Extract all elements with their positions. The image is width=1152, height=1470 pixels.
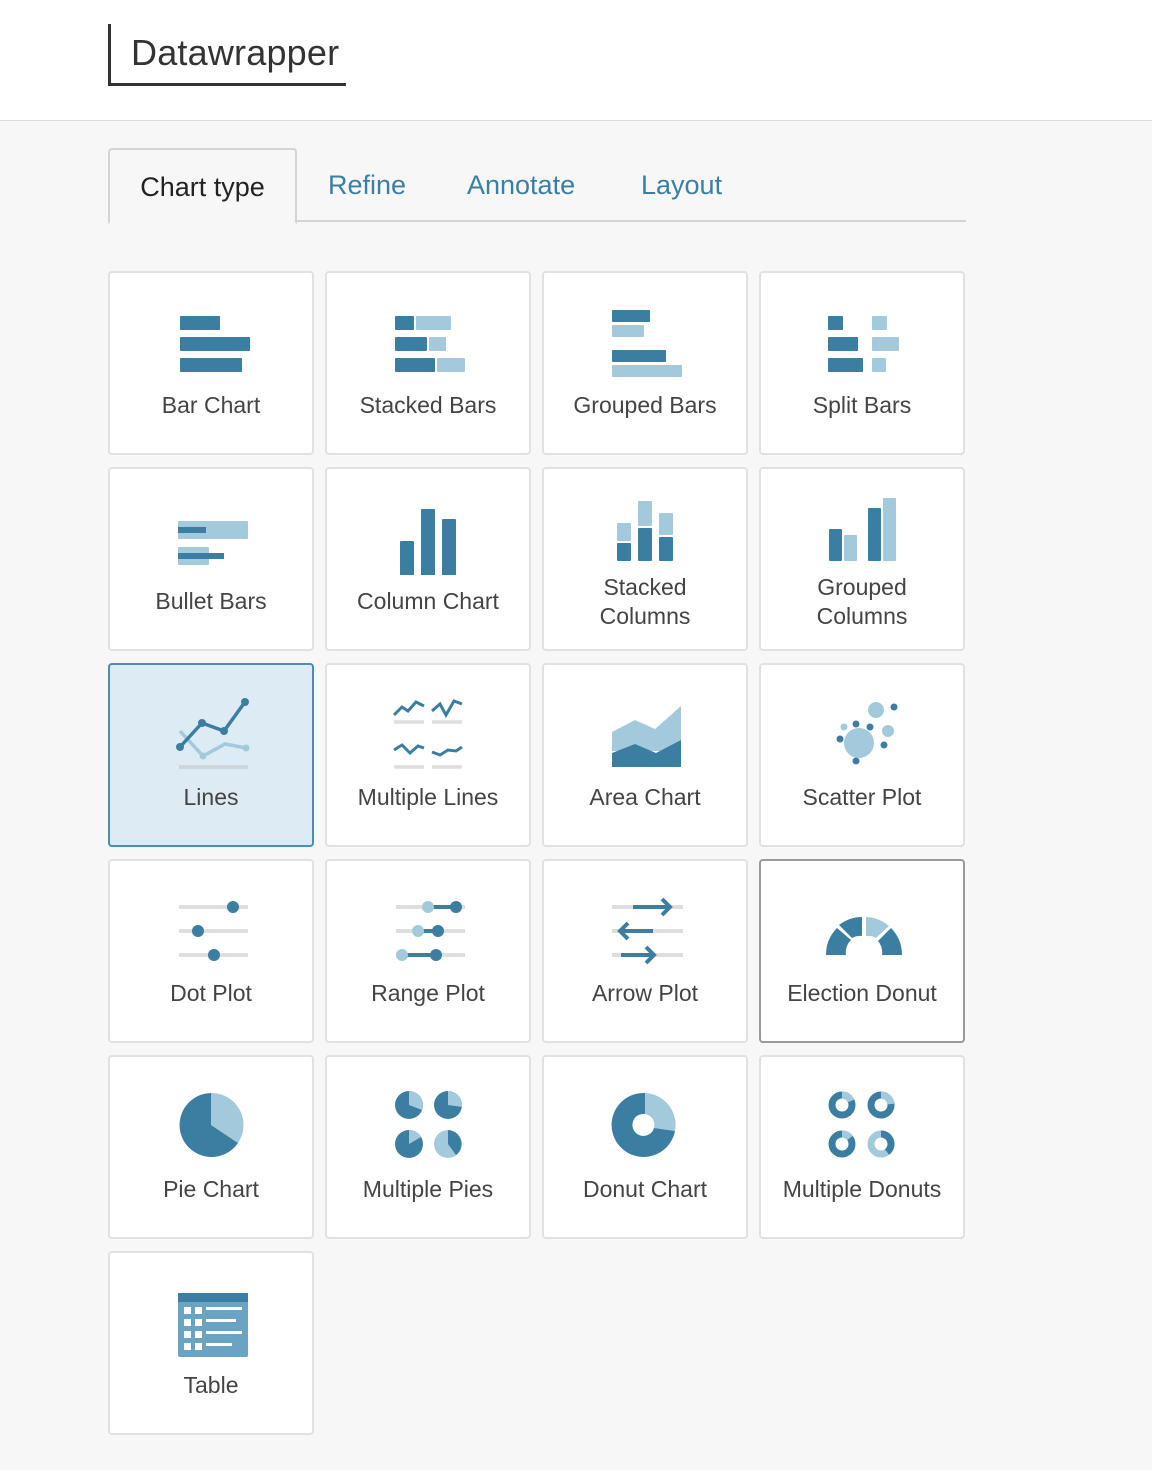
chart-type-label: Column Chart bbox=[357, 588, 499, 614]
chart-type-label: Dot Plot bbox=[170, 980, 252, 1006]
chart-type-range-plot[interactable]: Range Plot bbox=[325, 859, 531, 1043]
chart-type-label: Grouped Bars bbox=[573, 392, 717, 418]
lines-icon bbox=[176, 698, 250, 769]
tab-layout[interactable]: Layout bbox=[641, 148, 722, 222]
chart-type-stacked-columns[interactable]: Stacked Columns bbox=[542, 467, 748, 651]
chart-type-label: Range Plot bbox=[371, 980, 485, 1006]
split-bars-icon bbox=[828, 316, 899, 372]
tab-refine[interactable]: Refine bbox=[328, 148, 406, 222]
logo-text: Datawrapper bbox=[131, 32, 340, 73]
chart-type-label: Multiple Pies bbox=[362, 1176, 494, 1202]
area-chart-icon bbox=[612, 706, 681, 767]
stacked-columns-icon bbox=[617, 501, 673, 561]
election-donut-icon bbox=[825, 917, 903, 955]
chart-type-multiple-pies[interactable]: Multiple Pies bbox=[325, 1055, 531, 1239]
donut-chart-icon bbox=[611, 1092, 676, 1157]
chart-type-label: Donut Chart bbox=[582, 1176, 707, 1202]
multiple-donuts-icon bbox=[828, 1091, 895, 1158]
datawrapper-logo[interactable]: Datawrapper bbox=[108, 24, 346, 86]
multiple-lines-icon bbox=[392, 699, 463, 769]
table-icon bbox=[178, 1293, 248, 1357]
tab-bar: Chart type Refine Annotate Layout bbox=[108, 148, 966, 224]
chart-type-election-donut[interactable]: Election Donut bbox=[759, 859, 965, 1043]
tab-chart-type[interactable]: Chart type bbox=[108, 148, 297, 224]
chart-type-area-chart[interactable]: Area Chart bbox=[542, 663, 748, 847]
scatter-plot-icon bbox=[836, 702, 898, 765]
arrow-plot-icon bbox=[612, 897, 683, 965]
chart-type-scatter-plot[interactable]: Scatter Plot bbox=[759, 663, 965, 847]
dot-plot-icon bbox=[179, 901, 248, 961]
chart-type-grouped-columns[interactable]: Grouped Columns bbox=[759, 467, 965, 651]
chart-type-label: Grouped Columns bbox=[816, 574, 908, 629]
chart-type-donut-chart[interactable]: Donut Chart bbox=[542, 1055, 748, 1239]
chart-type-label: Bar Chart bbox=[161, 392, 261, 418]
chart-type-label: Bullet Bars bbox=[155, 588, 267, 614]
chart-type-stacked-bars[interactable]: Stacked Bars bbox=[325, 271, 531, 455]
chart-type-label: Arrow Plot bbox=[591, 980, 699, 1006]
top-bar: Datawrapper bbox=[0, 0, 1152, 121]
chart-type-dot-plot[interactable]: Dot Plot bbox=[108, 859, 314, 1043]
multiple-pies-icon bbox=[395, 1090, 463, 1158]
chart-type-pie-chart[interactable]: Pie Chart bbox=[108, 1055, 314, 1239]
stacked-bars-icon bbox=[395, 316, 465, 372]
chart-type-label: Split Bars bbox=[812, 392, 912, 418]
chart-type-split-bars[interactable]: Split Bars bbox=[759, 271, 965, 455]
chart-type-lines[interactable]: Lines bbox=[108, 663, 314, 847]
bullet-bars-icon bbox=[178, 521, 248, 565]
chart-type-label: Scatter Plot bbox=[802, 784, 922, 810]
chart-type-arrow-plot[interactable]: Arrow Plot bbox=[542, 859, 748, 1043]
chart-type-table[interactable]: Table bbox=[108, 1251, 314, 1435]
grouped-bars-icon bbox=[612, 310, 682, 377]
chart-type-label: Pie Chart bbox=[163, 1176, 259, 1202]
range-plot-icon bbox=[396, 901, 465, 961]
chart-type-multiple-lines[interactable]: Multiple Lines bbox=[325, 663, 531, 847]
chart-type-label: Multiple Donuts bbox=[782, 1176, 942, 1202]
grouped-columns-icon bbox=[829, 498, 896, 561]
chart-type-label: Multiple Lines bbox=[357, 784, 499, 810]
chart-type-bar-chart[interactable]: Bar Chart bbox=[108, 271, 314, 455]
chart-type-label: Stacked Bars bbox=[359, 392, 497, 418]
chart-type-multiple-donuts[interactable]: Multiple Donuts bbox=[759, 1055, 965, 1239]
chart-type-label: Stacked Columns bbox=[599, 574, 691, 629]
pie-chart-icon bbox=[179, 1092, 244, 1157]
chart-type-grouped-bars[interactable]: Grouped Bars bbox=[542, 271, 748, 455]
column-chart-icon bbox=[400, 509, 456, 575]
tab-annotate[interactable]: Annotate bbox=[467, 148, 575, 222]
chart-type-label: Lines bbox=[183, 784, 239, 810]
chart-type-column-chart[interactable]: Column Chart bbox=[325, 467, 531, 651]
chart-type-bullet-bars[interactable]: Bullet Bars bbox=[108, 467, 314, 651]
chart-type-label: Table bbox=[183, 1372, 239, 1398]
bar-chart-icon bbox=[180, 316, 250, 372]
chart-type-label: Area Chart bbox=[589, 784, 701, 810]
chart-type-label: Election Donut bbox=[787, 980, 937, 1006]
